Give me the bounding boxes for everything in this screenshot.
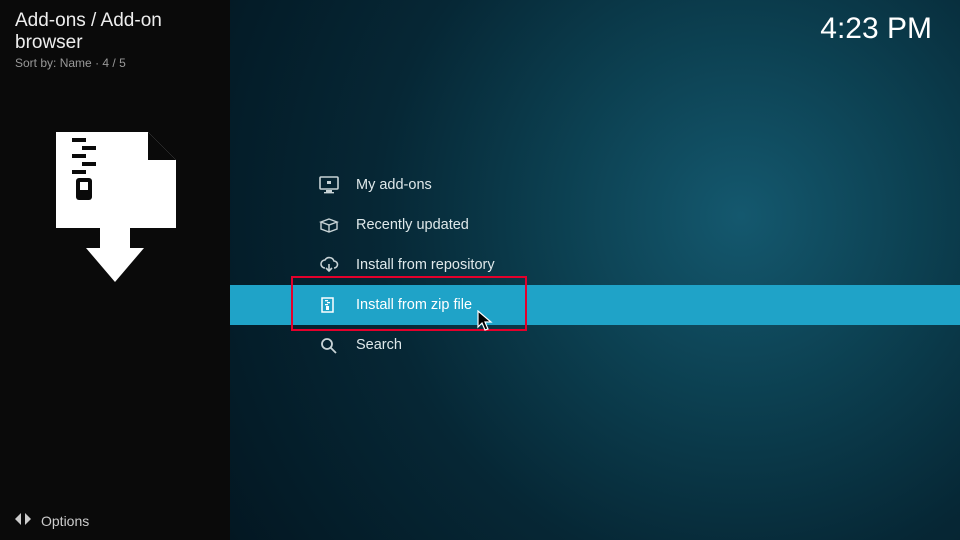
clock: 4:23 PM: [820, 12, 932, 46]
menu-item-cloud-down[interactable]: Install from repository: [230, 245, 960, 285]
menu-item-search[interactable]: Search: [230, 325, 960, 365]
breadcrumb: Add-ons / Add-on browser: [0, 0, 230, 56]
sidebar-graphic: [0, 130, 230, 290]
menu-item-monitor[interactable]: My add-ons: [230, 165, 960, 205]
open-box-icon: [316, 216, 342, 234]
options-icon: [15, 512, 31, 530]
monitor-icon: [316, 176, 342, 194]
addon-menu: My add-ons Recently updated Install from r…: [230, 165, 960, 365]
search-icon: [316, 336, 342, 354]
menu-item-open-box[interactable]: Recently updated: [230, 205, 960, 245]
menu-item-label: Install from zip file: [356, 297, 472, 313]
sort-value: Name: [60, 56, 92, 70]
zip-file-icon: [316, 296, 342, 314]
menu-item-label: My add-ons: [356, 177, 432, 193]
main-panel: 4:23 PM My add-ons Recently updated Instal…: [230, 0, 960, 540]
menu-item-label: Recently updated: [356, 217, 469, 233]
zip-download-icon: [50, 130, 180, 290]
sidebar: Add-ons / Add-on browser Sort by: Name ·…: [0, 0, 230, 540]
options-label: Options: [41, 513, 89, 529]
sort-prefix: Sort by:: [15, 56, 56, 70]
menu-item-label: Search: [356, 337, 402, 353]
sort-info: Sort by: Name · 4 / 5: [0, 56, 230, 70]
menu-item-label: Install from repository: [356, 257, 495, 273]
options-button[interactable]: Options: [0, 502, 230, 540]
cloud-down-icon: [316, 256, 342, 274]
menu-item-zip-file[interactable]: Install from zip file: [230, 285, 960, 325]
list-position: 4 / 5: [102, 56, 125, 70]
